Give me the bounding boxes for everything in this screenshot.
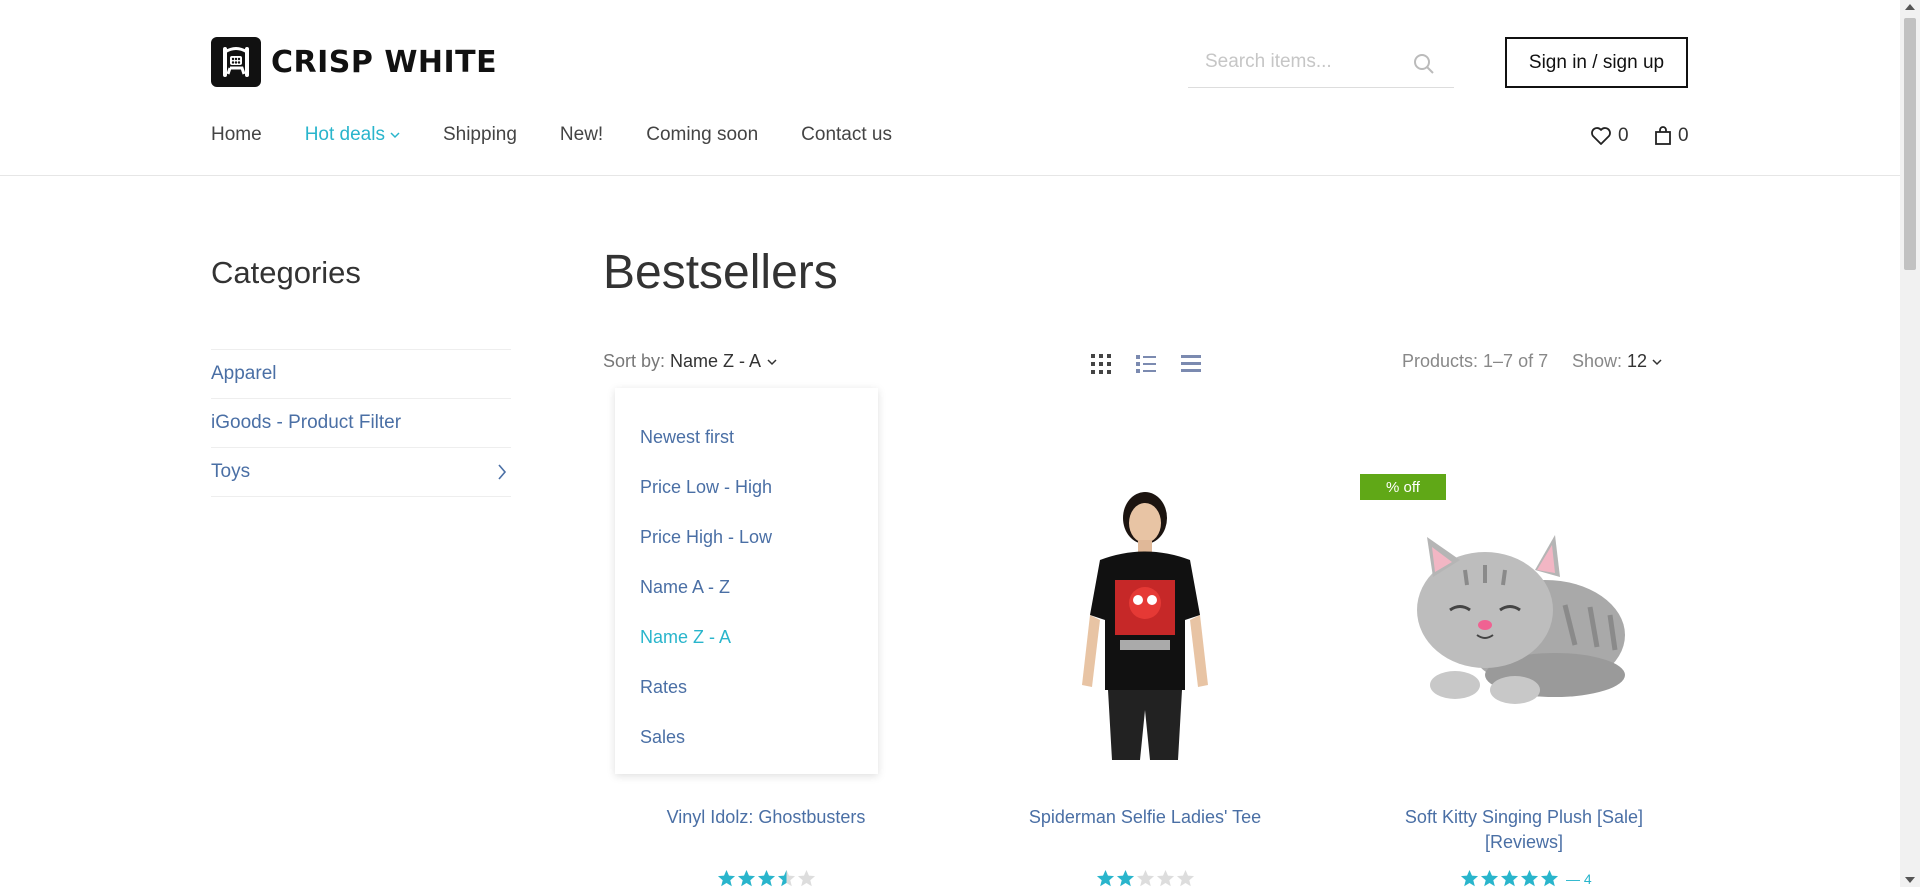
- star-icon: [1116, 869, 1135, 887]
- category-list: Apparel iGoods - Product Filter Toys: [211, 349, 511, 497]
- cart-count: 0: [1678, 125, 1689, 146]
- search-input[interactable]: [1188, 44, 1408, 80]
- scroll-up-arrow-icon[interactable]: [1905, 4, 1915, 10]
- product-title-line: [Reviews]: [1484, 832, 1564, 852]
- heart-icon: [1591, 127, 1611, 145]
- main-nav: Home Hot deals Shipping New! Coming soon…: [211, 124, 935, 146]
- product-rating: [1096, 869, 1196, 887]
- nav-item-new[interactable]: New!: [560, 124, 603, 146]
- brand-name: CRISP WHITE: [271, 44, 498, 80]
- cart-link[interactable]: 0: [1654, 125, 1689, 147]
- product-image[interactable]: [1405, 525, 1635, 715]
- star-icon: [1176, 869, 1195, 887]
- categories-title: Categories: [211, 255, 361, 290]
- brand-logo[interactable]: CRISP WHITE: [211, 37, 497, 87]
- chevron-down-icon: [1652, 358, 1662, 365]
- site-header: CRISP WHITE Sign in / sign up Home Hot d…: [0, 0, 1900, 176]
- star-icon: [1096, 869, 1115, 887]
- view-switcher: [1089, 352, 1224, 376]
- nav-item-home[interactable]: Home: [211, 124, 262, 146]
- category-item-toys[interactable]: Toys: [211, 448, 511, 497]
- star-icon: [1156, 869, 1175, 887]
- shopping-bag-icon: [1655, 126, 1671, 145]
- discount-badge: % off: [1360, 474, 1446, 500]
- show-per-page[interactable]: Show: 12: [1572, 351, 1662, 372]
- sort-value: Name Z - A: [670, 351, 762, 371]
- star-icon: [1520, 869, 1539, 887]
- product-title-line: Soft Kitty Singing Plush [Sale]: [1404, 807, 1644, 827]
- nav-item-shipping[interactable]: Shipping: [443, 124, 517, 146]
- chevron-right-icon[interactable]: [497, 463, 507, 481]
- product-rating: [1460, 869, 1560, 887]
- sort-option[interactable]: Name Z - A: [615, 612, 878, 662]
- nav-label: New!: [559, 124, 604, 145]
- products-count: Products: 1–7 of 7: [1402, 351, 1549, 371]
- sort-option[interactable]: Price High - Low: [615, 512, 878, 562]
- product-image[interactable]: [1060, 485, 1230, 765]
- star-icon: [757, 869, 776, 887]
- star-icon: [1480, 869, 1499, 887]
- star-icon: [1540, 869, 1559, 887]
- category-label: Toys: [211, 461, 251, 482]
- category-label: Apparel: [211, 363, 277, 384]
- star-icon: [777, 869, 796, 887]
- show-value: 12: [1627, 351, 1648, 371]
- star-icon: [1500, 869, 1519, 887]
- wishlist-count: 0: [1618, 125, 1629, 146]
- sort-option[interactable]: Name A - Z: [615, 562, 878, 612]
- nav-item-contact-us[interactable]: Contact us: [801, 124, 892, 146]
- star-icon: [717, 869, 736, 887]
- sort-option[interactable]: Sales: [615, 712, 878, 762]
- page-title: Bestsellers: [603, 246, 838, 299]
- nav-item-hot-deals[interactable]: Hot deals: [305, 124, 400, 146]
- chevron-down-icon: [390, 132, 400, 139]
- star-icon: [737, 869, 756, 887]
- star-icon: [797, 869, 816, 887]
- search-icon[interactable]: [1412, 52, 1436, 81]
- product-rating: [717, 869, 817, 887]
- search-box: [1188, 44, 1454, 88]
- sort-label: Sort by:: [603, 351, 666, 371]
- wishlist-link[interactable]: 0: [1590, 125, 1629, 147]
- sort-dropdown: Newest first Price Low - High Price High -…: [615, 388, 878, 774]
- chevron-down-icon: [767, 358, 777, 365]
- robot-logo-icon: [211, 37, 261, 87]
- star-icon: [1136, 869, 1155, 887]
- nav-label: Shipping: [442, 124, 517, 145]
- scrollbar-thumb[interactable]: [1904, 18, 1916, 270]
- grid-view-icon[interactable]: [1089, 352, 1113, 376]
- star-icon: [1460, 869, 1479, 887]
- show-label: Show:: [1572, 351, 1623, 371]
- nav-label: Contact us: [801, 124, 892, 145]
- sort-option[interactable]: Newest first: [615, 412, 878, 462]
- category-label: iGoods - Product Filter: [211, 412, 402, 433]
- product-title[interactable]: Vinyl Idolz: Ghostbusters: [616, 805, 916, 830]
- scroll-down-arrow-icon[interactable]: [1905, 877, 1915, 883]
- table-view-icon[interactable]: [1179, 352, 1203, 376]
- nav-label: Coming soon: [646, 124, 759, 145]
- sort-control[interactable]: Sort by: Name Z - A: [603, 351, 777, 372]
- sign-in-button[interactable]: Sign in / sign up: [1505, 37, 1688, 88]
- nav-label: Hot deals: [304, 124, 385, 145]
- page-scrollbar[interactable]: [1900, 0, 1920, 887]
- list-view-icon[interactable]: [1134, 352, 1158, 376]
- review-count[interactable]: — 4: [1566, 871, 1592, 887]
- category-item-apparel[interactable]: Apparel: [211, 350, 511, 399]
- nav-label: Home: [211, 124, 262, 145]
- product-title[interactable]: Soft Kitty Singing Plush [Sale] [Reviews…: [1374, 805, 1674, 855]
- sort-option[interactable]: Price Low - High: [615, 462, 878, 512]
- nav-item-coming-soon[interactable]: Coming soon: [646, 124, 758, 146]
- category-item-igoods[interactable]: iGoods - Product Filter: [211, 399, 511, 448]
- product-title[interactable]: Spiderman Selfie Ladies' Tee: [995, 805, 1295, 830]
- sort-option[interactable]: Rates: [615, 662, 878, 712]
